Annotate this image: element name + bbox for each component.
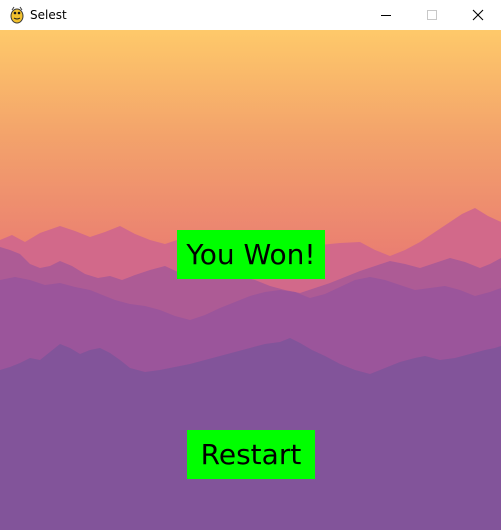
maximize-icon (427, 10, 437, 20)
title-bar[interactable]: Selest (0, 0, 501, 30)
maximize-button[interactable] (409, 0, 455, 30)
window-title: Selest (30, 8, 67, 22)
close-icon (472, 9, 484, 21)
close-button[interactable] (455, 0, 501, 30)
win-message: You Won! (177, 230, 325, 279)
restart-button[interactable]: Restart (187, 430, 315, 479)
game-canvas[interactable]: You Won! Restart (0, 30, 501, 530)
minimize-button[interactable] (363, 0, 409, 30)
app-window: Selest You Won! Restart (0, 0, 501, 530)
minimize-icon (381, 15, 391, 16)
app-icon (9, 6, 25, 24)
